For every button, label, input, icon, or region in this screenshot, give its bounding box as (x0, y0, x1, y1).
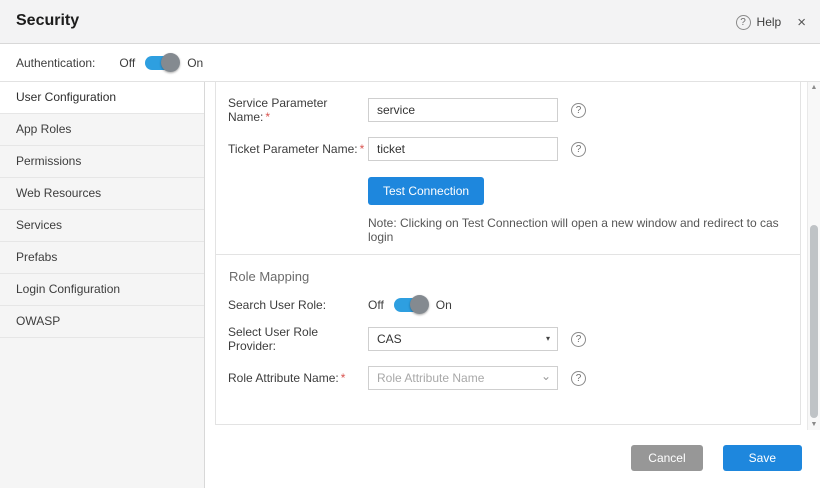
role-mapping-title: Role Mapping (216, 255, 800, 298)
search-user-role-off-label: Off (368, 298, 384, 312)
scroll-up-icon[interactable]: ▲ (808, 84, 820, 91)
search-user-role-on-label: On (436, 298, 452, 312)
search-user-role-row: Search User Role: Off On (216, 298, 800, 312)
footer-actions: Cancel Save (631, 445, 802, 471)
service-parameter-row: Service Parameter Name:* ? (216, 96, 800, 124)
toggle-knob-icon (410, 295, 429, 314)
role-attribute-help-icon[interactable]: ? (571, 371, 586, 386)
select-arrow-icon: ▾ (546, 328, 550, 350)
user-role-provider-help-icon[interactable]: ? (571, 332, 586, 347)
sidebar-item-login-configuration[interactable]: Login Configuration (0, 274, 204, 306)
cancel-button[interactable]: Cancel (631, 445, 702, 471)
user-role-provider-label: Select User Role Provider: (228, 325, 368, 353)
test-connection-note: Note: Clicking on Test Connection will o… (368, 216, 784, 244)
role-attribute-row: Role Attribute Name:* ⌄ ? (216, 366, 800, 390)
test-connection-row: Test Connection (368, 177, 800, 205)
header-actions: ? Help × (736, 0, 806, 44)
ticket-parameter-label: Ticket Parameter Name:* (228, 142, 368, 156)
authentication-bar: Authentication: Off On (0, 44, 820, 82)
close-icon[interactable]: × (797, 14, 806, 31)
search-user-role-label: Search User Role: (228, 298, 368, 312)
sidebar-item-permissions[interactable]: Permissions (0, 146, 204, 178)
required-marker: * (341, 371, 346, 385)
header: Security ? Help × (0, 0, 820, 44)
sidebar-item-app-roles[interactable]: App Roles (0, 114, 204, 146)
ticket-parameter-input[interactable] (368, 137, 558, 161)
user-role-provider-select[interactable]: CAS ▾ (368, 327, 558, 351)
ticket-parameter-help-icon[interactable]: ? (571, 142, 586, 157)
service-parameter-input[interactable] (368, 98, 558, 122)
page-title: Security (16, 12, 79, 30)
service-parameter-help-icon[interactable]: ? (571, 103, 586, 118)
help-icon[interactable]: ? (736, 15, 751, 30)
required-marker: * (360, 142, 365, 156)
authentication-label: Authentication: (16, 56, 95, 70)
main-content: Service Parameter Name:* ? Ticket Parame… (205, 82, 820, 488)
required-marker: * (265, 110, 270, 124)
authentication-toggle[interactable] (145, 56, 177, 70)
scrollbar-thumb[interactable] (810, 225, 818, 418)
scroll-down-icon[interactable]: ▼ (808, 421, 820, 428)
user-role-provider-row: Select User Role Provider: CAS ▾ ? (216, 325, 800, 353)
authentication-off-label: Off (119, 56, 135, 70)
sidebar-item-services[interactable]: Services (0, 210, 204, 242)
help-link[interactable]: Help (757, 15, 782, 29)
search-user-role-toggle[interactable] (394, 298, 426, 312)
user-role-provider-value: CAS (377, 332, 402, 346)
role-attribute-label: Role Attribute Name:* (228, 371, 368, 385)
test-connection-button[interactable]: Test Connection (368, 177, 484, 205)
sidebar: User Configuration App Roles Permissions… (0, 82, 205, 488)
save-button[interactable]: Save (723, 445, 802, 471)
vertical-scrollbar[interactable]: ▲ ▼ (807, 82, 820, 430)
role-attribute-input[interactable] (368, 366, 558, 390)
role-mapping-panel: Role Mapping Search User Role: Off On Se… (215, 254, 801, 425)
service-parameter-label: Service Parameter Name:* (228, 96, 368, 124)
sidebar-item-web-resources[interactable]: Web Resources (0, 178, 204, 210)
role-attribute-combobox[interactable]: ⌄ (368, 366, 558, 390)
ticket-parameter-row: Ticket Parameter Name:* ? (216, 137, 800, 161)
sidebar-item-prefabs[interactable]: Prefabs (0, 242, 204, 274)
authentication-on-label: On (187, 56, 203, 70)
sidebar-item-user-configuration[interactable]: User Configuration (0, 82, 204, 114)
sidebar-item-owasp[interactable]: OWASP (0, 306, 204, 338)
cas-config-panel: Service Parameter Name:* ? Ticket Parame… (215, 82, 801, 259)
toggle-knob-icon (161, 53, 180, 72)
